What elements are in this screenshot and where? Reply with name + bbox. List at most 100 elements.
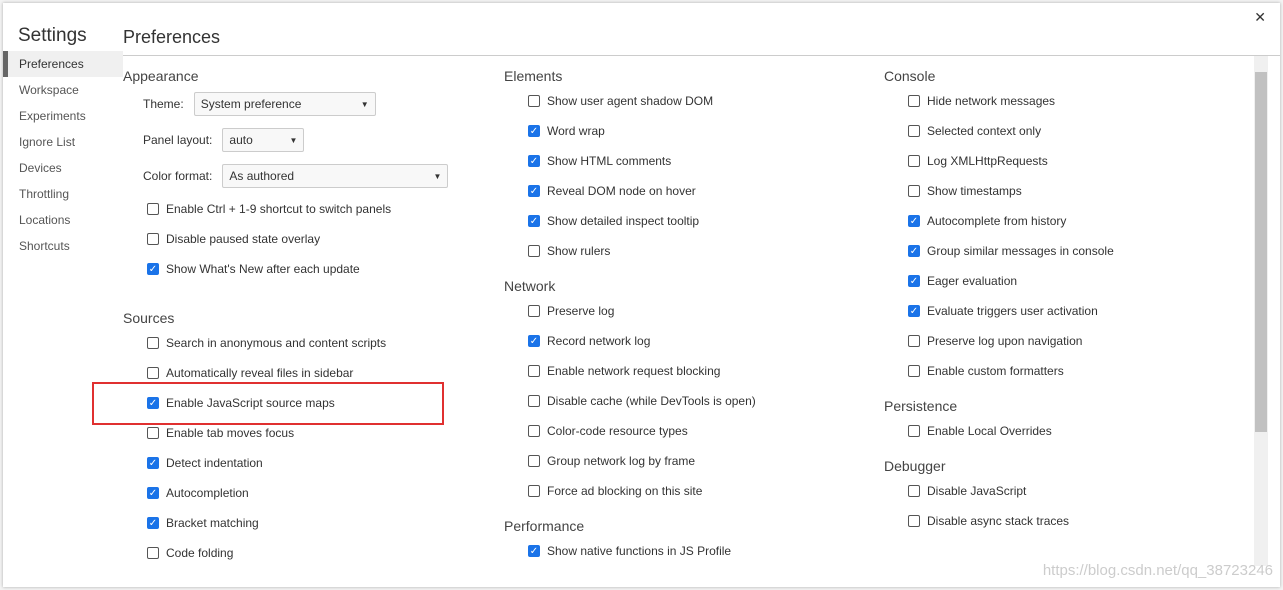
checkbox-row[interactable]: ✓ Show detailed inspect tooltip <box>504 206 874 236</box>
checkbox[interactable]: ✓ <box>528 545 540 557</box>
checkbox-label: Eager evaluation <box>927 274 1018 288</box>
checkbox[interactable] <box>147 203 159 215</box>
checkbox[interactable] <box>147 337 159 349</box>
checkbox[interactable] <box>528 245 540 257</box>
sidebar-item-devices[interactable]: Devices <box>3 155 123 181</box>
checkbox[interactable]: ✓ <box>147 457 159 469</box>
checkbox-row[interactable]: Preserve log upon navigation <box>884 326 1253 356</box>
checkbox[interactable] <box>528 365 540 377</box>
sidebar-item-ignore-list[interactable]: Ignore List <box>3 129 123 155</box>
checkbox[interactable]: ✓ <box>908 215 920 227</box>
sidebar-item-locations[interactable]: Locations <box>3 207 123 233</box>
checkbox-row[interactable]: ✓ Reveal DOM node on hover <box>504 176 874 206</box>
checkbox-row[interactable]: ✓ Group similar messages in console <box>884 236 1253 266</box>
checkbox-label: Evaluate triggers user activation <box>927 304 1098 318</box>
checkbox[interactable] <box>908 155 920 167</box>
checkbox[interactable]: ✓ <box>908 305 920 317</box>
section-persistence: Persistence <box>884 398 958 414</box>
checkbox[interactable] <box>147 367 159 379</box>
sidebar-item-throttling[interactable]: Throttling <box>3 181 123 207</box>
panel-layout-select[interactable]: auto ▼ <box>222 128 305 152</box>
section-sources: Sources <box>123 310 175 326</box>
checkbox-row[interactable]: ✓ Autocompletion <box>123 478 493 508</box>
checkbox[interactable] <box>528 95 540 107</box>
checkbox-row[interactable]: ✓ Autocomplete from history <box>884 206 1253 236</box>
checkbox-row[interactable]: Disable JavaScript <box>884 476 1253 506</box>
checkbox-row[interactable]: Show timestamps <box>884 176 1253 206</box>
section-debugger: Debugger <box>884 458 946 474</box>
checkbox-label: Enable tab moves focus <box>166 426 295 440</box>
checkbox-row[interactable]: ✓ Show native functions in JS Profile <box>504 536 874 566</box>
checkbox[interactable] <box>908 425 920 437</box>
close-icon[interactable]: ✕ <box>1254 9 1266 26</box>
scrollbar-thumb[interactable] <box>1255 72 1267 432</box>
scrollbar[interactable] <box>1254 56 1268 566</box>
checkbox-row[interactable]: Disable paused state overlay <box>123 224 493 254</box>
checkbox[interactable] <box>908 515 920 527</box>
checkbox[interactable]: ✓ <box>147 517 159 529</box>
checkbox[interactable] <box>528 395 540 407</box>
checkbox[interactable] <box>908 365 920 377</box>
checkbox-label: Word wrap <box>547 124 605 138</box>
checkbox[interactable] <box>528 455 540 467</box>
checkbox-row[interactable]: Hide network messages <box>884 86 1253 116</box>
checkbox-label: Show timestamps <box>927 184 1022 198</box>
sidebar-item-experiments[interactable]: Experiments <box>3 103 123 129</box>
theme-select[interactable]: System preference ▼ <box>193 92 376 116</box>
checkbox-row[interactable]: Code folding <box>123 538 493 568</box>
checkbox-row[interactable]: Selected context only <box>884 116 1253 146</box>
checkbox[interactable] <box>908 485 920 497</box>
checkbox[interactable]: ✓ <box>908 245 920 257</box>
checkbox-row[interactable]: Disable cache (while DevTools is open) <box>504 386 874 416</box>
checkbox-row[interactable]: ✓ Show What's New after each update <box>123 254 493 284</box>
checkbox-row[interactable]: Force ad blocking on this site <box>504 476 874 506</box>
checkbox-row[interactable]: Color-code resource types <box>504 416 874 446</box>
checkbox[interactable] <box>908 95 920 107</box>
color-format-label: Color format: <box>143 169 213 183</box>
sidebar-item-workspace[interactable]: Workspace <box>3 77 123 103</box>
sidebar-item-shortcuts[interactable]: Shortcuts <box>3 233 123 259</box>
checkbox[interactable]: ✓ <box>528 335 540 347</box>
checkbox-row[interactable]: Enable Ctrl + 1-9 shortcut to switch pan… <box>123 194 493 224</box>
checkbox[interactable]: ✓ <box>528 185 540 197</box>
checkbox-row[interactable]: ✓ Eager evaluation <box>884 266 1253 296</box>
checkbox[interactable] <box>147 547 159 559</box>
checkbox-row[interactable]: ✓ Bracket matching <box>123 508 493 538</box>
checkbox[interactable]: ✓ <box>147 487 159 499</box>
checkbox[interactable]: ✓ <box>147 263 159 275</box>
checkbox-row[interactable]: Enable Local Overrides <box>884 416 1253 446</box>
checkbox-row[interactable]: Enable network request blocking <box>504 356 874 386</box>
sidebar-item-preferences[interactable]: Preferences <box>3 51 123 77</box>
checkbox-row[interactable]: ✓ Evaluate triggers user activation <box>884 296 1253 326</box>
checkbox[interactable]: ✓ <box>528 215 540 227</box>
checkbox-row[interactable]: Search in anonymous and content scripts <box>123 328 493 358</box>
checkbox-row[interactable]: ✓ Record network log <box>504 326 874 356</box>
checkbox-row[interactable]: Log XMLHttpRequests <box>884 146 1253 176</box>
page-title: Preferences <box>123 27 221 47</box>
checkbox-row[interactable]: ✓ Detect indentation <box>123 448 493 478</box>
checkbox[interactable] <box>147 233 159 245</box>
checkbox[interactable] <box>528 305 540 317</box>
checkbox-row[interactable]: Disable async stack traces <box>884 506 1253 536</box>
checkbox[interactable] <box>528 485 540 497</box>
checkbox[interactable]: ✓ <box>908 275 920 287</box>
checkbox-row[interactable]: Show user agent shadow DOM <box>504 86 874 116</box>
checkbox-row[interactable]: Group network log by frame <box>504 446 874 476</box>
checkbox[interactable] <box>147 427 159 439</box>
checkbox[interactable]: ✓ <box>528 155 540 167</box>
checkbox-row[interactable]: ✓ Show HTML comments <box>504 146 874 176</box>
checkbox-row[interactable]: ✓ Word wrap <box>504 116 874 146</box>
checkbox[interactable] <box>908 335 920 347</box>
dropdown-arrow-icon: ▼ <box>433 171 442 181</box>
checkbox[interactable] <box>528 425 540 437</box>
color-format-select[interactable]: As authored ▼ <box>222 164 449 188</box>
checkbox-row[interactable]: Enable custom formatters <box>884 356 1253 386</box>
checkbox-label: Color-code resource types <box>547 424 688 438</box>
checkbox[interactable] <box>908 185 920 197</box>
checkbox[interactable]: ✓ <box>528 125 540 137</box>
checkbox-row[interactable]: Preserve log <box>504 296 874 326</box>
section-elements: Elements <box>504 68 563 84</box>
checkbox-row[interactable]: Show rulers <box>504 236 874 266</box>
checkbox[interactable] <box>908 125 920 137</box>
settings-dialog: ✕ Settings Preferences Workspace Experimen… <box>3 3 1280 587</box>
